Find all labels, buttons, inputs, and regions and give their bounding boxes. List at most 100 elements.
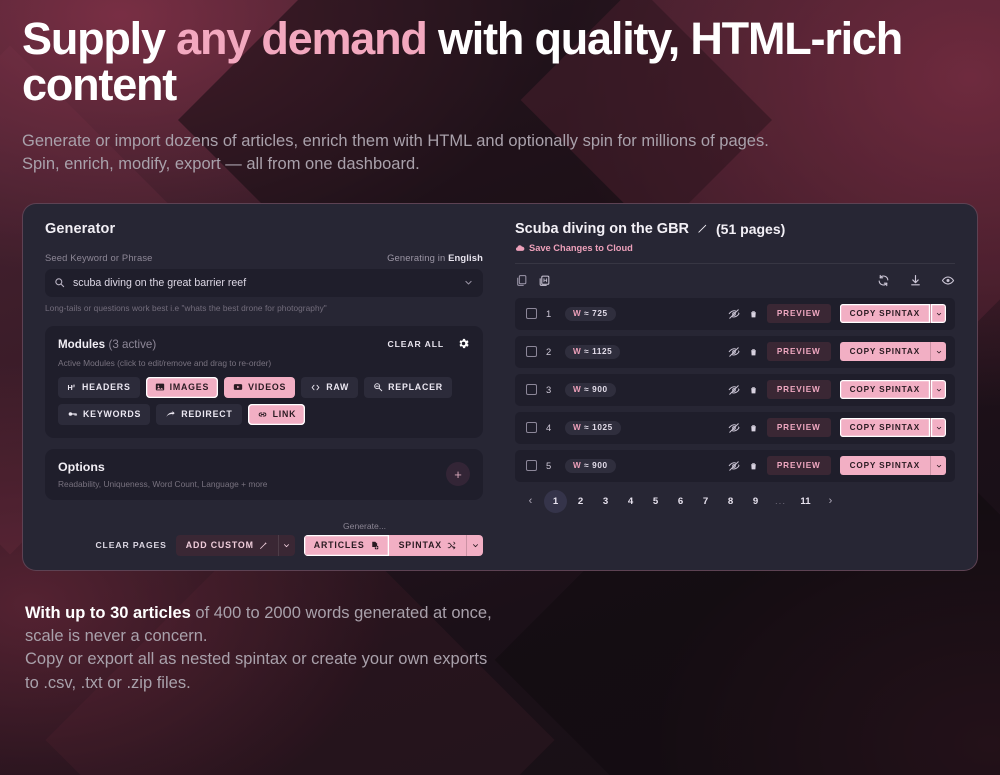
eye-off-icon[interactable] [728, 422, 740, 434]
add-custom-button[interactable]: ADD CUSTOM [175, 534, 278, 556]
word-count-badge: W ≈ 900 [565, 382, 616, 397]
copy-spintax-group: COPY SPINTAX [839, 304, 946, 324]
pagination-page-2[interactable]: 2 [569, 490, 592, 513]
generate-spintax-button[interactable]: SPINTAX [388, 534, 466, 556]
copy-spintax-group: COPY SPINTAX [839, 418, 946, 438]
heading-icon: H # [67, 383, 77, 392]
word-prefix: W [573, 309, 582, 319]
save-changes-button[interactable]: Save Changes to Cloud [515, 243, 955, 253]
table-row[interactable]: 2 W ≈ 1125 PREVIEW COPY SPINTAX [515, 335, 955, 368]
eye-off-icon[interactable] [728, 384, 740, 396]
copy-spintax-caret[interactable] [930, 380, 946, 400]
seed-keyword-hint: Long-tails or questions work best i.e "w… [45, 302, 327, 313]
word-count-badge: W ≈ 725 [565, 306, 616, 321]
word-count: 900 [592, 461, 608, 471]
bottom-copy: With up to 30 articles of 400 to 2000 wo… [25, 602, 665, 696]
pagination-page-5[interactable]: 5 [644, 490, 667, 513]
module-chip-replacer[interactable]: REPLACER [364, 376, 452, 398]
row-checkbox[interactable] [526, 422, 537, 434]
code-icon [310, 383, 321, 392]
word-count: 900 [592, 385, 608, 395]
pagination-page-8[interactable]: 8 [719, 490, 742, 513]
copy-spintax-caret[interactable] [930, 418, 946, 438]
toolbar-left-group [515, 274, 551, 287]
eye-off-icon[interactable] [728, 460, 740, 472]
pagination-page-4[interactable]: 4 [619, 490, 642, 513]
copy-spintax-button[interactable]: COPY SPINTAX [839, 380, 930, 400]
copy-spintax-button[interactable]: COPY SPINTAX [839, 456, 930, 476]
pagination-page-7[interactable]: 7 [694, 490, 717, 513]
module-chip-label: LINK [272, 409, 297, 420]
eye-off-icon[interactable] [728, 308, 740, 320]
module-chip-redirect[interactable]: REDIRECT [156, 403, 242, 425]
row-checkbox[interactable] [526, 308, 537, 320]
pagination-page-1[interactable]: 1 [544, 489, 567, 513]
preview-button[interactable]: PREVIEW [766, 380, 831, 400]
eye-off-icon[interactable] [728, 346, 740, 358]
copy-spintax-button[interactable]: COPY SPINTAX [839, 342, 930, 362]
generate-articles-button[interactable]: ARTICLES [303, 534, 389, 556]
module-chip-link[interactable]: LINK [247, 403, 306, 425]
trash-icon[interactable] [749, 346, 758, 358]
preview-button[interactable]: PREVIEW [766, 456, 831, 476]
export-icon[interactable] [909, 274, 922, 287]
table-row[interactable]: 5 W ≈ 900 PREVIEW COPY SPINTAX [515, 449, 955, 482]
trash-icon[interactable] [749, 308, 758, 320]
word-approx: ≈ [584, 461, 590, 471]
preview-button[interactable]: PREVIEW [766, 304, 831, 324]
trash-icon[interactable] [749, 460, 758, 472]
module-chip-keywords[interactable]: KEYWORDS [58, 403, 151, 425]
pagination-page-3[interactable]: 3 [594, 490, 617, 513]
add-custom-caret[interactable] [277, 534, 295, 556]
clear-all-button[interactable]: CLEAR ALL [388, 339, 444, 349]
word-prefix: W [573, 385, 582, 395]
copy-spintax-button[interactable]: COPY SPINTAX [839, 418, 930, 438]
row-index: 2 [546, 346, 552, 358]
copy-spintax-caret[interactable] [930, 456, 946, 476]
bottom-line-3: Copy or export all as nested spintax or … [25, 650, 488, 669]
word-count-badge: W ≈ 1125 [565, 344, 621, 359]
options-title: Options [58, 459, 105, 474]
options-section[interactable]: Options Readability, Uniqueness, Word Co… [45, 448, 483, 500]
trash-icon[interactable] [749, 422, 758, 434]
table-row[interactable]: 4 W ≈ 1025 PREVIEW COPY SPINTAX [515, 411, 955, 444]
preview-button[interactable]: PREVIEW [766, 342, 831, 362]
trash-icon[interactable] [749, 384, 758, 396]
copy-all-spintax-icon[interactable] [538, 274, 551, 287]
table-row[interactable]: 1 W ≈ 725 PREVIEW COPY SPINTAX [515, 297, 955, 330]
copy-spintax-caret[interactable] [930, 304, 946, 324]
pagination-page-6[interactable]: 6 [669, 490, 692, 513]
module-chip-videos[interactable]: VIDEOS [224, 376, 296, 398]
seed-keyword-label: Seed Keyword or Phrase [45, 251, 153, 263]
copy-spintax-button[interactable]: COPY SPINTAX [839, 304, 930, 324]
pagination-next[interactable]: › [819, 490, 842, 513]
project-header: Scuba diving on the GBR (51 pages) [515, 221, 955, 237]
cloud-icon [515, 243, 525, 253]
gear-icon[interactable] [457, 337, 470, 350]
table-row[interactable]: 3 W ≈ 900 PREVIEW COPY SPINTAX [515, 373, 955, 406]
pencil-icon[interactable] [697, 223, 708, 234]
row-checkbox[interactable] [526, 384, 537, 396]
word-approx: ≈ [584, 309, 590, 319]
row-index: 4 [546, 422, 552, 434]
preview-all-icon[interactable] [941, 274, 955, 287]
module-chip-raw[interactable]: RAW [301, 376, 359, 398]
chevron-down-icon[interactable] [464, 278, 473, 287]
generate-caret[interactable] [466, 534, 483, 556]
copy-spintax-caret[interactable] [930, 342, 946, 362]
row-checkbox[interactable] [526, 346, 537, 358]
seed-keyword-input[interactable]: scuba diving on the great barrier reef [45, 268, 483, 297]
modules-chip-list: H # HEADERS IMAGES VIDEOS RAW REPLACER K… [58, 376, 470, 425]
clear-pages-button[interactable]: CLEAR PAGES [95, 540, 166, 550]
copy-all-icon[interactable] [515, 274, 528, 287]
pagination-page-9[interactable]: 9 [744, 490, 767, 513]
pagination-prev[interactable]: ‹ [519, 490, 542, 513]
module-chip-images[interactable]: IMAGES [145, 376, 219, 398]
preview-button[interactable]: PREVIEW [766, 418, 831, 438]
key-icon [67, 409, 78, 419]
pagination-page-11[interactable]: 11 [794, 490, 817, 513]
module-chip-headers[interactable]: H # HEADERS [58, 376, 140, 398]
regenerate-icon[interactable] [877, 274, 890, 287]
plus-icon[interactable]: + [446, 462, 470, 487]
row-checkbox[interactable] [526, 460, 537, 472]
